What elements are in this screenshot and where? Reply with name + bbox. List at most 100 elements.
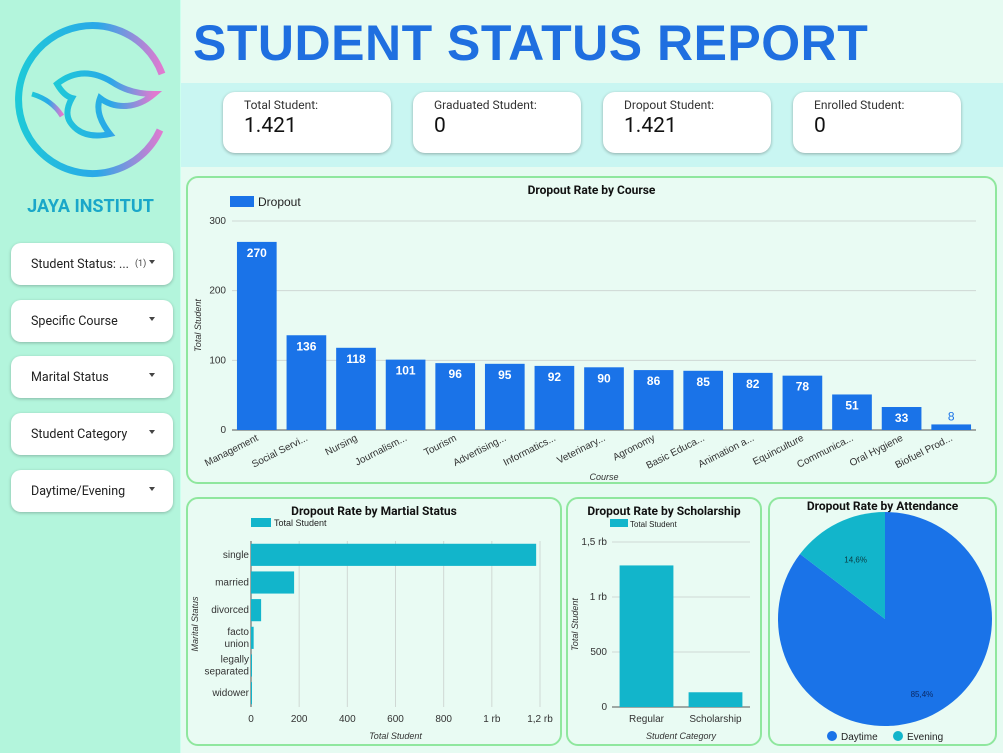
bar[interactable] — [236, 241, 277, 430]
data-label: 96 — [449, 367, 463, 381]
bar[interactable] — [688, 692, 743, 707]
x-tick-label: Tourism — [422, 433, 458, 459]
filter-student-status[interactable]: Student Status: ... (1) — [11, 243, 173, 285]
kpi-graduated-student: Graduated Student: 0 — [413, 92, 581, 153]
logo — [12, 22, 172, 182]
data-label: 90 — [597, 371, 611, 385]
x-tick-label: Advertising... — [452, 433, 509, 469]
dropdown-arrow-icon — [149, 317, 155, 321]
bar[interactable] — [251, 571, 295, 594]
legend-swatch — [827, 731, 837, 741]
dropdown-arrow-icon — [149, 373, 155, 377]
slice-label: 14,6% — [844, 556, 867, 565]
kpi-enrolled-student: Enrolled Student: 0 — [793, 92, 961, 153]
x-tick-label: 1,2 rb — [527, 714, 553, 725]
x-tick-label: Communica... — [795, 433, 855, 471]
data-label: 101 — [396, 364, 416, 378]
legend-swatch — [251, 518, 271, 527]
bar[interactable] — [619, 565, 674, 707]
kpi-label: Total Student: — [244, 98, 319, 112]
legend-label: Dropout — [258, 195, 301, 209]
data-label: 33 — [895, 411, 909, 425]
data-label: 85 — [697, 375, 711, 389]
y-tick-label: 500 — [590, 647, 607, 658]
x-tick-label: Social Servi... — [250, 433, 309, 471]
x-tick-label: Informatics... — [502, 433, 558, 469]
kpi-dropout-student: Dropout Student: 1.421 — [603, 92, 771, 153]
bar[interactable] — [251, 599, 262, 622]
filter-label: Student Category — [31, 426, 128, 442]
data-label: 118 — [346, 352, 366, 366]
x-axis-title: Course — [589, 472, 618, 482]
x-tick-label: 400 — [339, 714, 356, 725]
logo-icon — [15, 22, 166, 178]
x-tick-label: Animation a... — [697, 433, 756, 471]
y-axis-title: Marital Status — [190, 596, 200, 652]
data-label: 270 — [247, 246, 267, 260]
kpi-value: 0 — [434, 114, 446, 138]
legend-swatch — [893, 731, 903, 741]
x-tick-label: 0 — [248, 714, 254, 725]
y-tick-label: 100 — [209, 355, 226, 366]
bar[interactable] — [251, 682, 252, 705]
kpi-label: Graduated Student: — [434, 98, 537, 112]
x-tick-label: Veterinary... — [555, 433, 607, 467]
dropdown-arrow-icon — [149, 487, 155, 491]
filter-label: Student Status: ... — [31, 256, 129, 272]
filter-student-category[interactable]: Student Category — [11, 413, 173, 455]
data-label: 95 — [498, 368, 512, 382]
legend-label: Evening — [907, 732, 943, 743]
data-label: 8 — [948, 409, 955, 423]
x-tick-label: Scholarship — [689, 714, 742, 725]
y-tick-label: 1 rb — [590, 592, 608, 603]
filter-marital-status[interactable]: Marital Status — [11, 356, 173, 398]
legend-swatch — [230, 196, 254, 207]
y-tick-label: 300 — [209, 216, 226, 227]
x-tick-label: 1 rb — [483, 714, 501, 725]
legend-label: Daytime — [841, 732, 878, 743]
legend-label: Total Student — [630, 520, 677, 529]
bar[interactable] — [931, 424, 972, 430]
course-bar-chart: Dropout0100200300270Management136Social … — [193, 195, 976, 482]
x-tick-label: 200 — [291, 714, 308, 725]
kpi-label: Enrolled Student: — [814, 98, 905, 112]
bar[interactable] — [251, 654, 252, 677]
y-axis-title: Total Student — [193, 299, 203, 352]
legend-label: Total Student — [274, 518, 327, 528]
filter-label: Daytime/Evening — [31, 483, 126, 499]
bar[interactable] — [251, 543, 537, 566]
y-tick-label: facto — [227, 627, 249, 638]
x-tick-label: Nursing — [324, 433, 360, 458]
y-axis-title: Total Student — [570, 598, 580, 651]
brand-name: JAYA INSTITUT — [27, 196, 154, 217]
y-tick-label: divorced — [211, 605, 249, 616]
y-tick-label: legally — [221, 655, 249, 666]
data-label: 86 — [647, 374, 661, 388]
bar[interactable] — [251, 626, 254, 649]
filter-count: (1) — [134, 259, 147, 269]
x-axis-title: Total Student — [369, 731, 422, 741]
data-label: 78 — [796, 380, 810, 394]
y-tick-label: union — [225, 639, 249, 650]
y-tick-label: 1,5 rb — [581, 537, 607, 548]
filter-label: Marital Status — [31, 369, 109, 385]
dropdown-arrow-icon — [149, 430, 155, 434]
page-title: STUDENT STATUS REPORT — [193, 15, 869, 71]
y-tick-label: 0 — [601, 702, 607, 713]
kpi-value: 1.421 — [624, 114, 677, 138]
filter-specific-course[interactable]: Specific Course — [11, 300, 173, 342]
y-tick-label: 200 — [209, 286, 226, 297]
legend-swatch — [610, 519, 628, 527]
y-tick-label: 0 — [220, 425, 226, 436]
x-axis-title: Student Category — [646, 731, 717, 741]
filter-daytime-evening[interactable]: Daytime/Evening — [11, 470, 173, 512]
x-tick-label: 600 — [387, 714, 404, 725]
y-tick-label: married — [215, 578, 249, 589]
panel-dropout-by-attendance: Dropout Rate by Attendance 85,4% 14,6% Day… — [768, 497, 997, 746]
marital-bar-chart: Total Student 0 200 400 600 800 1 rb 1,2 rb sing… — [190, 518, 553, 741]
attendance-pie-chart: 85,4% 14,6% Daytime Evening — [778, 512, 992, 743]
kpi-label: Dropout Student: — [624, 98, 715, 112]
kpi-value: 1.421 — [244, 114, 297, 138]
panel-dropout-by-scholarship: Dropout Rate by Scholarship Total Studen… — [566, 497, 762, 746]
filter-label: Specific Course — [31, 313, 118, 329]
